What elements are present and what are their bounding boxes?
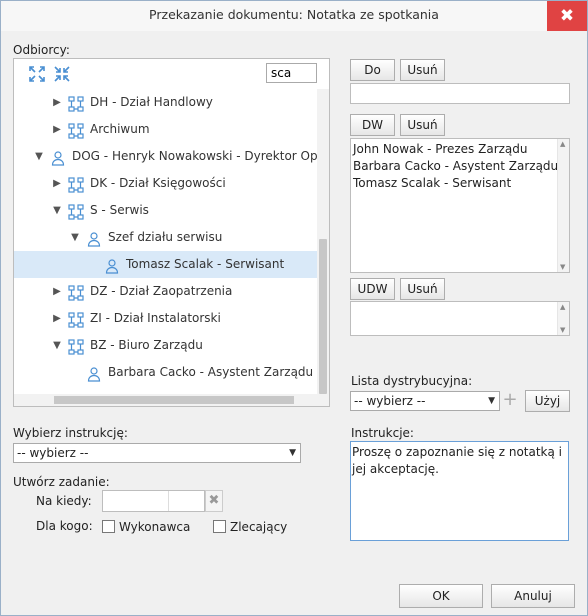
executor-label: Wykonawca bbox=[119, 520, 191, 534]
expand-all-icon[interactable] bbox=[28, 65, 46, 83]
tree-node-label: S - Serwis bbox=[90, 203, 149, 217]
tree-node[interactable]: ▼ Szef działu serwisu bbox=[14, 224, 317, 251]
collapse-arrow-icon[interactable]: ▼ bbox=[52, 332, 62, 359]
use-distribution-button[interactable]: Użyj bbox=[525, 390, 570, 412]
tree-vertical-scrollbar[interactable] bbox=[317, 89, 329, 394]
do-recipients-field[interactable] bbox=[350, 83, 570, 104]
remove-dw-button[interactable]: Usuń bbox=[400, 114, 445, 136]
clear-date-icon[interactable]: ✖ bbox=[205, 490, 223, 512]
add-distribution-icon[interactable]: + bbox=[502, 390, 518, 410]
dw-recipient[interactable]: Tomasz Scalak - Serwisant bbox=[351, 175, 569, 192]
tree-node[interactable]: Tomasz Scalak - Serwisant bbox=[14, 251, 317, 278]
for-whom-label: Dla kogo: bbox=[36, 519, 93, 533]
add-do-button[interactable]: Do bbox=[350, 59, 395, 81]
remove-udw-button[interactable]: Usuń bbox=[400, 278, 445, 300]
dropdown-caret-icon: ▼ bbox=[488, 396, 495, 406]
recipients-tree-panel: ▶ DH - Dział Handlowy ▶ Archiwum ▼ DOG - Henr… bbox=[13, 58, 330, 407]
udw-recipients-list[interactable]: ▲ ▼ bbox=[350, 301, 570, 336]
title-bar: Przekazanie dokumentu: Notatka ze spotka… bbox=[1, 1, 587, 31]
add-udw-button[interactable]: UDW bbox=[350, 278, 395, 300]
dw-recipient[interactable]: John Nowak - Prezes Zarządu bbox=[351, 141, 569, 158]
dialog-title: Przekazanie dokumentu: Notatka ze spotka… bbox=[149, 7, 439, 22]
tree-node-label: Barbara Cacko - Asystent Zarządu bbox=[108, 365, 314, 379]
tree-hscroll-thumb[interactable] bbox=[54, 396, 294, 404]
tree-node[interactable]: ▶ Archiwum bbox=[14, 116, 317, 143]
instruction-selected: -- wybierz -- bbox=[17, 446, 89, 460]
tree-node-label: Tomasz Scalak - Serwisant bbox=[126, 257, 285, 271]
tree-node[interactable]: ▶ ZI - Dział Instalatorski bbox=[14, 305, 317, 332]
tree-search-input[interactable] bbox=[266, 63, 317, 83]
tree-node-label: ZI - Dział Instalatorski bbox=[90, 311, 221, 325]
user-icon bbox=[104, 257, 120, 274]
date-field-divider bbox=[168, 491, 169, 511]
tree-node[interactable]: ▶ DH - Dział Handlowy bbox=[14, 89, 317, 116]
tree-node-label: DH - Dział Handlowy bbox=[90, 95, 213, 109]
ok-button[interactable]: OK bbox=[399, 584, 483, 608]
org-unit-icon bbox=[68, 311, 84, 328]
create-task-label: Utwórz zadanie: bbox=[13, 475, 110, 489]
tree-node-label: DK - Dział Księgowości bbox=[90, 176, 226, 190]
org-unit-icon bbox=[68, 284, 84, 301]
executor-checkbox[interactable] bbox=[102, 520, 115, 533]
recipients-label: Odbiorcy: bbox=[13, 43, 70, 57]
tree-vscroll-thumb[interactable] bbox=[319, 239, 327, 394]
tree-node-label: Archiwum bbox=[90, 122, 150, 136]
tree-node-label: DZ - Dział Zaopatrzenia bbox=[90, 284, 233, 298]
tree-node-label: BZ - Biuro Zarządu bbox=[90, 338, 203, 352]
tree-node[interactable]: Barbara Cacko - Asystent Zarządu bbox=[14, 359, 317, 386]
collapse-all-icon[interactable] bbox=[53, 65, 71, 83]
org-unit-icon bbox=[68, 95, 84, 112]
user-icon bbox=[86, 230, 102, 247]
dw-recipient[interactable]: Barbara Cacko - Asystent Zarządu bbox=[351, 158, 569, 175]
transfer-dialog: Przekazanie dokumentu: Notatka ze spotka… bbox=[0, 0, 588, 616]
expand-arrow-icon[interactable]: ▶ bbox=[52, 89, 62, 116]
org-unit-icon bbox=[68, 176, 84, 193]
udw-list-scrollbar[interactable]: ▲ ▼ bbox=[557, 302, 569, 335]
instructions-text: Proszę o zapoznanie się z notatką i jej … bbox=[352, 445, 563, 476]
tree-node[interactable]: ▶ DZ - Dział Zaopatrzenia bbox=[14, 278, 317, 305]
tree-node-label: DOG - Henryk Nowakowski - Dyrektor Opera… bbox=[72, 149, 317, 163]
instruction-select-label: Wybierz instrukcję: bbox=[13, 426, 128, 440]
expand-arrow-icon[interactable]: ▶ bbox=[52, 305, 62, 332]
tree-horizontal-scrollbar[interactable] bbox=[14, 394, 329, 406]
due-date-label: Na kiedy: bbox=[36, 494, 92, 508]
org-unit-icon bbox=[68, 203, 84, 220]
expand-arrow-icon[interactable]: ▶ bbox=[52, 116, 62, 143]
tree-node[interactable]: ▼ S - Serwis bbox=[14, 197, 317, 224]
recipients-tree: ▶ DH - Dział Handlowy ▶ Archiwum ▼ DOG - Henr… bbox=[14, 89, 317, 394]
user-icon bbox=[50, 149, 66, 166]
distribution-select[interactable]: -- wybierz -- ▼ bbox=[350, 391, 500, 411]
distribution-label: Lista dystrybucyjna: bbox=[351, 374, 473, 388]
close-button[interactable]: ✖ bbox=[547, 1, 587, 31]
remove-do-button[interactable]: Usuń bbox=[400, 59, 445, 81]
dropdown-caret-icon: ▼ bbox=[289, 448, 296, 458]
instructions-textarea[interactable]: Proszę o zapoznanie się z notatką i jej … bbox=[350, 441, 569, 541]
instructions-label: Instrukcje: bbox=[351, 426, 414, 440]
collapse-arrow-icon[interactable]: ▼ bbox=[34, 143, 44, 170]
tree-node-label: Szef działu serwisu bbox=[108, 230, 223, 244]
tree-node[interactable]: ▼ BZ - Biuro Zarządu bbox=[14, 332, 317, 359]
expand-arrow-icon[interactable]: ▶ bbox=[52, 278, 62, 305]
instruction-select[interactable]: -- wybierz -- ▼ bbox=[13, 443, 301, 463]
tree-toolbar bbox=[14, 59, 329, 89]
org-unit-icon bbox=[68, 338, 84, 355]
distribution-selected: -- wybierz -- bbox=[354, 394, 426, 408]
requester-label: Zlecający bbox=[230, 520, 288, 534]
requester-checkbox[interactable] bbox=[213, 520, 226, 533]
add-dw-button[interactable]: DW bbox=[350, 114, 395, 136]
cancel-button[interactable]: Anuluj bbox=[491, 584, 575, 608]
due-date-input[interactable] bbox=[102, 490, 205, 512]
dw-recipients-list[interactable]: John Nowak - Prezes Zarządu Barbara Cack… bbox=[350, 138, 570, 273]
collapse-arrow-icon[interactable]: ▼ bbox=[52, 197, 62, 224]
tree-node[interactable]: ▶ DK - Dział Księgowości bbox=[14, 170, 317, 197]
org-unit-icon bbox=[68, 122, 84, 139]
collapse-arrow-icon[interactable]: ▼ bbox=[70, 224, 80, 251]
dw-list-scrollbar[interactable]: ▲ ▼ bbox=[557, 139, 569, 272]
user-icon bbox=[86, 365, 102, 382]
tree-node[interactable]: ▼ DOG - Henryk Nowakowski - Dyrektor Oper… bbox=[14, 143, 317, 170]
expand-arrow-icon[interactable]: ▶ bbox=[52, 170, 62, 197]
